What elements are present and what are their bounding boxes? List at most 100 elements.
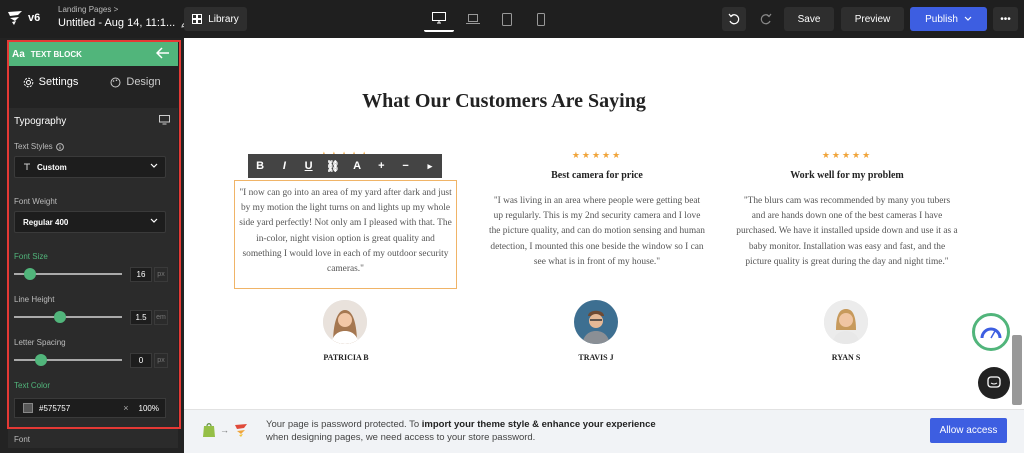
desktop-icon: [432, 12, 446, 24]
arrow-right-icon: →: [220, 425, 229, 435]
typography-panel: Typography Text Styles Custom Font Weigh…: [8, 108, 178, 448]
testimonial-text[interactable]: "The blurs cam was recommended by many y…: [736, 194, 958, 270]
monitor-icon[interactable]: [159, 115, 170, 125]
text-color-hex[interactable]: #575757: [39, 404, 70, 413]
more-arrow-icon[interactable]: ▸: [420, 161, 440, 172]
link-icon[interactable]: ⛓: [323, 160, 343, 173]
testimonial-text-selected[interactable]: "I now can go into an area of my yard af…: [234, 180, 457, 289]
library-label: Library: [208, 13, 239, 25]
banner-text-pre: Your page is password protected. To: [266, 419, 422, 430]
gear-icon: [23, 77, 33, 87]
card-title[interactable]: Best camera for price: [502, 170, 692, 181]
allow-access-button[interactable]: Allow access: [930, 418, 1007, 443]
card-title[interactable]: Work well for my problem: [752, 170, 942, 181]
minus-icon[interactable]: −: [396, 160, 416, 172]
device-switcher: [424, 6, 556, 32]
tablet-icon: [502, 12, 512, 26]
add-icon[interactable]: +: [371, 160, 391, 172]
undo-icon: [728, 13, 740, 25]
testimonial-text[interactable]: "I was living in an area where people we…: [488, 194, 706, 270]
publish-label: Publish: [925, 13, 958, 25]
brand-logo-icon: [235, 424, 247, 437]
tablet-view-button[interactable]: [492, 6, 522, 32]
performance-gauge-button[interactable]: [972, 313, 1010, 351]
font-size-slider[interactable]: [14, 268, 122, 280]
redo-icon: [760, 13, 772, 25]
avatar-image: [574, 300, 618, 344]
customer-name[interactable]: PATRICIA B: [296, 353, 396, 362]
italic-button[interactable]: I: [274, 160, 294, 172]
letter-spacing-slider[interactable]: [14, 354, 122, 366]
app-logo[interactable]: v6: [6, 9, 40, 27]
mobile-view-button[interactable]: [526, 6, 556, 32]
letter-spacing-slider-handle[interactable]: [35, 354, 47, 366]
line-height-slider-handle[interactable]: [54, 311, 67, 323]
font-size-input[interactable]: 16: [130, 267, 152, 282]
font-weight-label: Font Weight: [14, 197, 57, 206]
desktop-view-button[interactable]: [424, 6, 454, 32]
info-icon[interactable]: [55, 142, 64, 151]
banner-message: Your page is password protected. To impo…: [266, 418, 656, 444]
canvas-scrollbar[interactable]: [1012, 335, 1022, 405]
more-options-button[interactable]: •••: [993, 7, 1018, 31]
redo-button[interactable]: [754, 7, 778, 31]
section-heading[interactable]: What Our Customers Are Saying: [184, 90, 824, 113]
text-block-header: Aa TEXT BLOCK: [8, 42, 178, 66]
tab-design[interactable]: Design: [93, 68, 178, 96]
tab-settings[interactable]: Settings: [8, 68, 93, 96]
text-block-icon: Aa: [12, 48, 25, 60]
font-size-unit[interactable]: px: [154, 267, 168, 282]
line-height-unit[interactable]: em: [154, 310, 168, 325]
text-color-button[interactable]: A: [347, 160, 367, 172]
customer-name[interactable]: RYAN S: [796, 353, 896, 362]
arrow-left-icon[interactable]: [156, 47, 170, 59]
publish-button[interactable]: Publish: [910, 7, 987, 31]
font-section-label: Font: [14, 435, 31, 444]
text-styles-value: Custom: [37, 162, 67, 172]
settings-sidebar: Aa TEXT BLOCK Settings Design Typography…: [0, 38, 184, 453]
avatar-image: [323, 300, 367, 344]
laptop-view-button[interactable]: [458, 6, 488, 32]
bold-button[interactable]: B: [250, 160, 270, 172]
chevron-down-icon: [150, 163, 158, 168]
undo-button[interactable]: [722, 7, 746, 31]
preview-button[interactable]: Preview: [841, 7, 904, 31]
breadcrumb[interactable]: Landing Pages >: [58, 5, 118, 14]
chevron-down-icon: [150, 218, 158, 223]
chat-support-button[interactable]: [978, 367, 1010, 399]
grid-icon: [192, 14, 203, 24]
customer-name[interactable]: TRAVIS J: [546, 353, 646, 362]
line-height-input[interactable]: 1.5: [130, 310, 152, 325]
text-styles-label: Text Styles: [14, 142, 64, 151]
text-color-opacity[interactable]: 100%: [139, 404, 159, 413]
letter-spacing-label: Letter Spacing: [14, 338, 66, 347]
text-styles-select[interactable]: Custom: [14, 156, 166, 178]
rating-stars: ★★★★★: [571, 150, 623, 160]
font-weight-select[interactable]: Regular 400: [14, 211, 166, 233]
chat-icon: [987, 376, 1001, 388]
clear-color-icon[interactable]: ×: [123, 403, 128, 413]
logo-icon: [8, 11, 22, 25]
banner-icons: →: [202, 422, 249, 438]
chevron-down-icon: [964, 16, 972, 21]
banner-text-bold: import your theme style & enhance your e…: [421, 419, 656, 430]
avatar: [323, 300, 367, 344]
letter-spacing-input[interactable]: 0: [130, 353, 152, 368]
block-title: TEXT BLOCK: [30, 49, 82, 59]
line-height-label: Line Height: [14, 295, 55, 304]
save-button[interactable]: Save: [784, 7, 834, 31]
page-title: Untitled - Aug 14, 11:1...: [58, 17, 176, 29]
font-size-label: Font Size: [14, 252, 48, 261]
line-height-slider[interactable]: [14, 311, 122, 323]
laptop-icon: [466, 14, 480, 24]
typography-title: Typography: [14, 116, 67, 127]
shopify-bag-icon: [203, 423, 215, 437]
color-swatch[interactable]: [23, 403, 33, 413]
underline-button[interactable]: U: [299, 160, 319, 172]
text-color-field[interactable]: #575757 × 100%: [14, 398, 166, 418]
letter-spacing-unit[interactable]: px: [154, 353, 168, 368]
page-title-group[interactable]: Untitled - Aug 14, 11:1...: [58, 17, 191, 29]
sidebar-tabs: Settings Design: [8, 68, 178, 96]
font-size-slider-handle[interactable]: [24, 268, 37, 280]
library-button[interactable]: Library: [184, 7, 247, 31]
